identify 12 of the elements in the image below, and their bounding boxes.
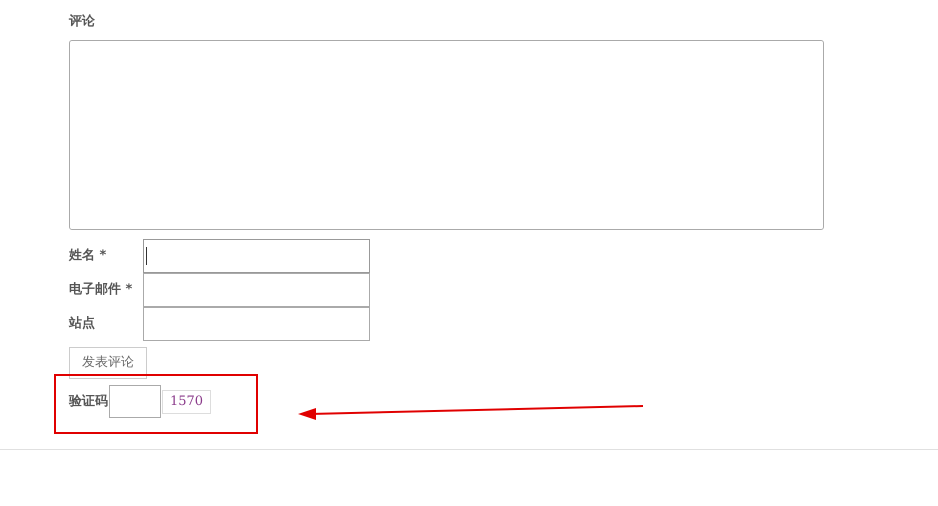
input-field[interactable]	[143, 273, 370, 307]
field-label: 站点	[69, 315, 96, 334]
captcha-image: 1570	[162, 390, 211, 414]
comment-label: 评论	[69, 13, 95, 31]
captcha-label: 验证码	[69, 392, 108, 411]
field-label: 电子邮件 *	[69, 281, 134, 300]
input-field[interactable]	[143, 239, 370, 273]
comment-field[interactable]	[69, 40, 824, 230]
input-field[interactable]	[143, 307, 370, 341]
captcha-field[interactable]	[109, 385, 161, 418]
field-label: 姓名 *	[69, 247, 108, 266]
submit-button[interactable]: 发表评论	[69, 347, 147, 379]
